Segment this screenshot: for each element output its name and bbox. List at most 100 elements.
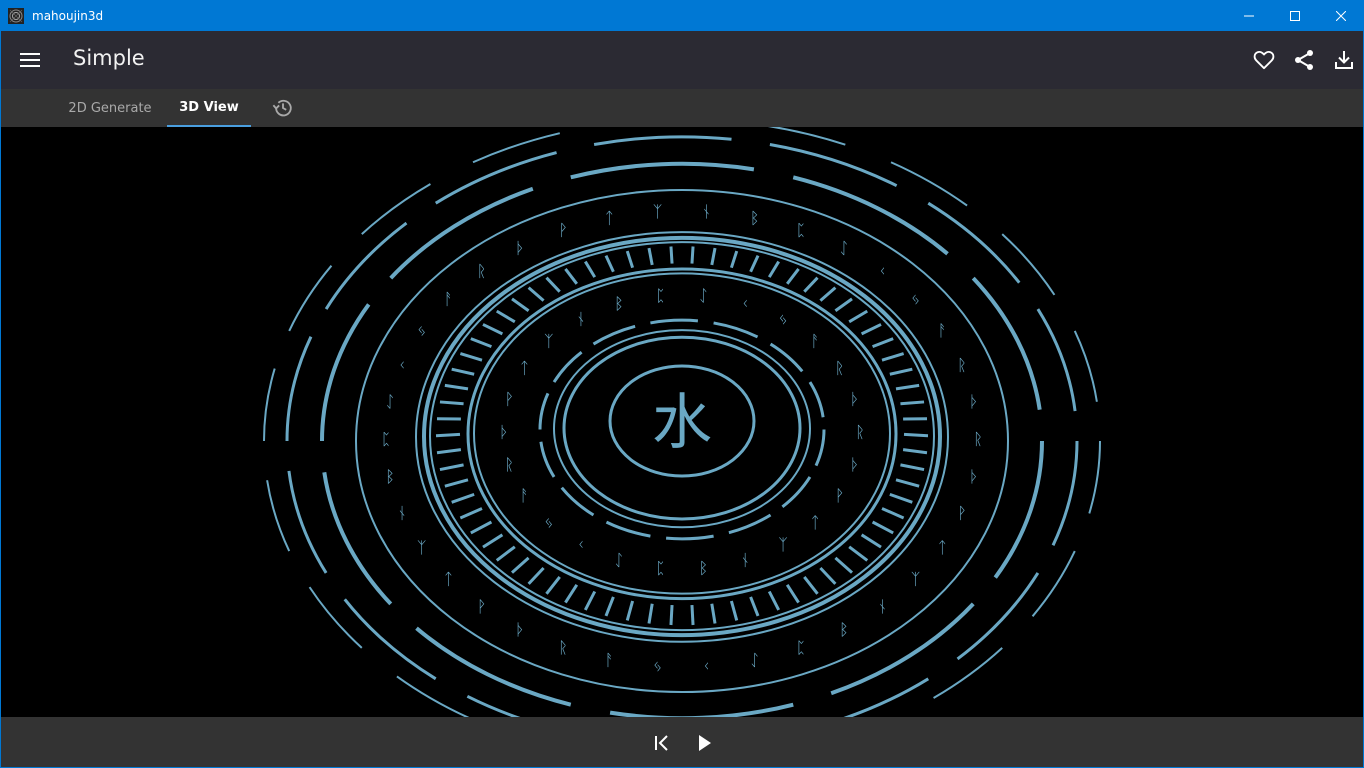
ring-segment <box>263 368 276 442</box>
ring-segment <box>396 675 470 717</box>
ring-segment <box>956 572 1040 661</box>
minimize-button[interactable] <box>1226 0 1272 31</box>
ring-tick <box>604 596 615 617</box>
ring-segment <box>285 336 313 442</box>
ring-tick <box>584 260 597 278</box>
ring-tick <box>564 584 579 604</box>
ring-tick <box>495 309 516 324</box>
ring-tick <box>900 400 925 406</box>
tab-3d-view-label: 3D View <box>179 99 239 115</box>
ring-segment <box>1001 233 1056 296</box>
ring-segment <box>266 480 291 552</box>
ring-segment <box>665 534 714 541</box>
ring-segment <box>570 161 755 180</box>
ring-tick <box>527 286 545 302</box>
rune-glyph: ᚾ <box>576 309 586 328</box>
menu-button[interactable] <box>13 43 47 77</box>
favorite-button[interactable] <box>1247 43 1281 77</box>
tab-3d-view[interactable]: 3D View <box>167 89 251 127</box>
rune-glyph: ᚹ <box>558 221 568 240</box>
minimize-icon <box>1244 15 1254 16</box>
rune-glyph: ᛃ <box>911 289 921 308</box>
ring-tick <box>871 520 894 535</box>
rune-glyph: ᚾ <box>702 202 712 221</box>
ring-segment <box>320 303 371 442</box>
download-button[interactable] <box>1327 43 1361 77</box>
rune-glyph: ᚹ <box>504 389 514 408</box>
rune-glyph: ᚦ <box>969 392 979 411</box>
ring-tick <box>444 478 469 488</box>
rune-glyph: ᚦ <box>515 620 525 639</box>
rune-glyph: ᚲ <box>397 355 407 374</box>
share-button[interactable] <box>1287 43 1321 77</box>
ring-segment <box>434 151 557 205</box>
tab-history[interactable] <box>263 89 303 127</box>
ring-tick <box>451 492 475 504</box>
rune-glyph: ᚹ <box>957 503 967 522</box>
ring-segment <box>288 265 333 332</box>
ring-segment <box>609 702 794 717</box>
close-icon <box>1336 10 1346 21</box>
center-glyph: 水 <box>652 388 712 458</box>
ring-tick <box>889 367 913 376</box>
ring-tick <box>889 492 913 504</box>
window-title-bar[interactable]: mahoujin3d <box>0 0 1364 31</box>
tab-2d-generate[interactable]: 2D Generate <box>59 89 161 127</box>
rune-glyph: ᚹ <box>835 486 845 505</box>
playback-bar <box>0 717 1364 768</box>
play-icon <box>699 735 711 751</box>
rune-glyph: ᚲ <box>740 294 750 313</box>
rune-glyph: ᛏ <box>520 359 530 378</box>
ring-segment <box>593 135 732 146</box>
ring-segment <box>890 161 968 207</box>
share-icon <box>1295 50 1313 70</box>
ring-segment <box>552 351 583 383</box>
ring-segment <box>814 429 826 467</box>
ring-tick <box>819 286 837 302</box>
ring-segment <box>1031 550 1076 617</box>
skip-to-start-button[interactable] <box>648 729 676 757</box>
ring-tick <box>860 323 882 336</box>
close-button[interactable] <box>1318 0 1364 31</box>
rune-glyph: ᛉ <box>778 535 788 554</box>
ring-segment <box>830 602 975 696</box>
ring-tick <box>495 545 516 562</box>
ring-tick <box>786 268 800 285</box>
ring-segment <box>592 324 636 346</box>
ring-tick <box>604 254 615 273</box>
ring-segment <box>343 598 437 681</box>
ring-segment <box>933 647 1003 699</box>
maximize-button[interactable] <box>1272 0 1318 31</box>
ring-segment <box>389 186 534 280</box>
app-header: Simple <box>0 31 1364 89</box>
ring-tick <box>451 367 475 376</box>
play-button[interactable] <box>690 729 718 757</box>
ring-tick <box>439 463 464 472</box>
rune-glyph: ᚹ <box>477 597 487 616</box>
rune-glyph: ᚱ <box>835 359 845 378</box>
ring-tick <box>482 533 504 549</box>
rune-glyph: ᚱ <box>973 429 983 448</box>
ring-segment <box>927 201 1021 284</box>
ring-tick <box>439 400 464 406</box>
ring-tick <box>482 323 504 336</box>
rune-glyph: ᛈ <box>656 286 666 305</box>
window-title: mahoujin3d <box>32 8 104 23</box>
3d-viewport[interactable]: ᚦᚱᚨᛃᚲᛇᛈᛒᚾᛉᛏᚹᚦᚱᚨᛃᚲᛇᛈᛒᚾᛉᛏᚹᚦᚱᚨᛃᚲᛇᛈᛒᚾᛉᛏᚹᚦᚱᚦᚱ… <box>0 127 1364 717</box>
rune-glyph: ᛒ <box>699 558 709 577</box>
ring-segment <box>781 476 812 509</box>
rune-glyph: ᚱ <box>957 355 967 374</box>
rune-glyph: ᛃ <box>778 309 788 328</box>
rune-glyph: ᛃ <box>544 513 554 532</box>
ring-tick <box>767 590 781 611</box>
rune-glyph: ᛉ <box>544 331 554 350</box>
ring-tick <box>903 432 929 438</box>
ring-segment <box>1073 330 1098 402</box>
rune-glyph: ᛈ <box>656 558 666 577</box>
rune-glyph: ᚨ <box>444 289 454 308</box>
ring-segment <box>769 342 804 373</box>
ring-tick <box>669 605 674 626</box>
page-title: Simple <box>73 46 145 70</box>
ring-tick <box>510 556 530 574</box>
history-icon <box>272 99 292 117</box>
